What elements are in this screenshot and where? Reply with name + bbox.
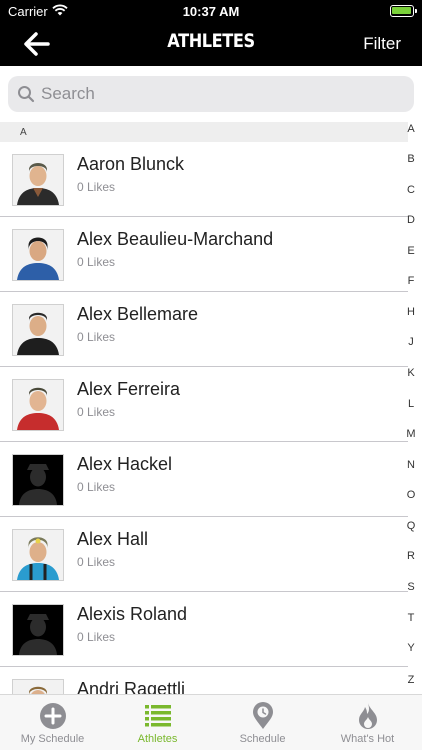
athlete-likes: 0 Likes (77, 330, 116, 344)
athlete-photo (12, 154, 64, 206)
athlete-row[interactable]: Alex Ferreira 0 Likes (0, 367, 408, 442)
athlete-photo (12, 454, 64, 506)
photo-blue-jacket-icon (13, 230, 63, 280)
index-letter[interactable]: A (400, 123, 422, 135)
back-arrow-icon[interactable] (22, 31, 50, 57)
silhouette-placeholder-icon (13, 605, 63, 655)
athlete-name: Aaron Blunck (77, 154, 185, 174)
index-letter[interactable]: M (400, 428, 422, 440)
athlete-likes: 0 Likes (77, 480, 116, 494)
page-title: ATHLETES (167, 30, 255, 52)
athlete-likes: 0 Likes (77, 180, 116, 194)
index-letter[interactable]: Y (400, 642, 422, 654)
list-icon (145, 705, 171, 727)
index-letter[interactable]: Q (400, 520, 422, 532)
athlete-row[interactable]: Alex Beaulieu-Marchand 0 Likes (0, 217, 408, 292)
status-time: 10:37 AM (182, 4, 240, 19)
index-letter[interactable]: K (400, 367, 422, 379)
athlete-row[interactable]: Alex Hackel 0 Likes (0, 442, 408, 517)
index-letter[interactable]: F (400, 275, 422, 287)
index-letter[interactable]: S (400, 581, 422, 593)
status-bar: Carrier 10:37 AM (0, 0, 422, 22)
section-header-label: A (20, 127, 27, 138)
section-header: A (0, 122, 408, 142)
photo-partial-icon (13, 680, 63, 694)
athlete-likes: 0 Likes (77, 555, 116, 569)
athlete-name: Andri Ragettli (77, 679, 186, 694)
athlete-row[interactable]: Aaron Blunck 0 Likes (0, 142, 408, 217)
athlete-photo (12, 229, 64, 281)
silhouette-placeholder-icon (13, 455, 63, 505)
filter-button[interactable]: Filter (363, 34, 401, 54)
index-letter[interactable]: N (400, 459, 422, 471)
tab-athletes[interactable]: Athletes (105, 695, 210, 750)
athlete-photo (12, 679, 64, 694)
photo-teal-jacket-icon (13, 530, 63, 580)
athlete-name: Alex Hackel (77, 454, 173, 474)
photo-black-jacket-icon (13, 305, 63, 355)
athlete-row[interactable]: Alex Hall 0 Likes (0, 517, 408, 592)
tab-whats-hot[interactable]: What's Hot (315, 695, 420, 750)
athlete-likes: 0 Likes (77, 630, 116, 644)
athlete-name: Alex Beaulieu-Marchand (77, 229, 274, 249)
index-letter[interactable]: J (400, 336, 422, 348)
photo-red-jacket-icon (13, 380, 63, 430)
tab-my-schedule[interactable]: My Schedule (0, 695, 105, 750)
search-container (0, 66, 422, 122)
tab-schedule[interactable]: Schedule (210, 695, 315, 750)
index-letter[interactable]: T (400, 612, 422, 624)
athlete-photo (12, 304, 64, 356)
section-index[interactable]: A B C D E F H J K L M N O Q R S T Y Z (400, 122, 422, 694)
search-icon (18, 86, 35, 103)
index-letter[interactable]: E (400, 245, 422, 257)
tab-label: Athletes (137, 733, 178, 745)
tab-label: My Schedule (20, 733, 85, 745)
index-letter[interactable]: O (400, 489, 422, 501)
athlete-photo (12, 604, 64, 656)
index-letter[interactable]: L (400, 398, 422, 410)
athlete-photo (12, 529, 64, 581)
index-letter[interactable]: D (400, 214, 422, 226)
search-bar[interactable] (8, 76, 414, 112)
plus-circle-icon (40, 703, 66, 729)
athlete-name: Alex Ferreira (77, 379, 181, 399)
search-input[interactable] (41, 76, 401, 112)
athlete-row[interactable]: Alexis Roland 0 Likes (0, 592, 408, 667)
tab-bar: My Schedule Athletes Schedule What's Hot (0, 694, 422, 750)
athlete-likes: 0 Likes (77, 405, 116, 419)
map-pin-icon (253, 702, 273, 729)
tab-label: What's Hot (340, 733, 395, 745)
athlete-photo (12, 379, 64, 431)
athlete-list: Aaron Blunck 0 Likes Alex Beaulieu-March… (0, 142, 408, 694)
battery-icon (390, 5, 417, 17)
athlete-row[interactable]: Alex Bellemare 0 Likes (0, 292, 408, 367)
index-letter[interactable]: C (400, 184, 422, 196)
athlete-row[interactable]: Andri Ragettli (0, 667, 408, 694)
athlete-name: Alexis Roland (77, 604, 188, 624)
index-letter[interactable]: R (400, 550, 422, 562)
index-letter[interactable]: H (400, 306, 422, 318)
flame-icon (359, 703, 377, 729)
tab-label: Schedule (239, 733, 286, 745)
index-letter[interactable]: Z (400, 674, 422, 686)
index-letter[interactable]: B (400, 153, 422, 165)
athlete-name: Alex Hall (77, 529, 149, 549)
athlete-name: Alex Bellemare (77, 304, 199, 324)
nav-bar: ATHLETES Filter (0, 22, 422, 66)
athlete-likes: 0 Likes (77, 255, 116, 269)
photo-dark-jacket-icon (13, 155, 63, 205)
